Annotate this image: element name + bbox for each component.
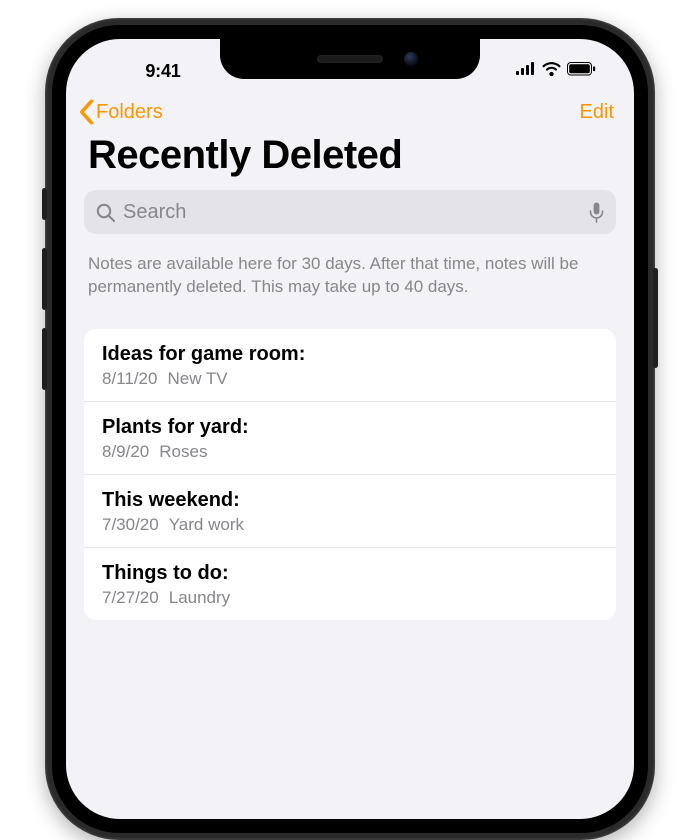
- status-time: 9:41: [145, 61, 180, 81]
- edit-button[interactable]: Edit: [580, 101, 614, 124]
- front-camera: [404, 52, 418, 66]
- chevron-left-icon: [76, 99, 96, 125]
- speaker-grille: [317, 55, 383, 63]
- note-row[interactable]: Ideas for game room: 8/11/20 New TV: [84, 329, 616, 402]
- note-title: Things to do:: [102, 562, 598, 585]
- note-preview: New TV: [167, 369, 227, 388]
- note-title: Ideas for game room:: [102, 343, 598, 366]
- note-meta: 7/30/20 Yard work: [102, 515, 598, 535]
- cellular-signal-icon: [516, 62, 536, 80]
- microphone-icon[interactable]: [589, 202, 604, 223]
- note-preview: Yard work: [169, 515, 244, 534]
- notes-list: Ideas for game room: 8/11/20 New TV Plant…: [84, 329, 616, 620]
- note-title: Plants for yard:: [102, 416, 598, 439]
- note-row[interactable]: This weekend: 7/30/20 Yard work: [84, 475, 616, 548]
- note-meta: 7/27/20 Laundry: [102, 588, 598, 608]
- info-text: Notes are available here for 30 days. Af…: [66, 234, 634, 329]
- note-meta: 8/9/20 Roses: [102, 442, 598, 462]
- note-title: This weekend:: [102, 489, 598, 512]
- note-row[interactable]: Things to do: 7/27/20 Laundry: [84, 548, 616, 620]
- device-notch: [220, 39, 480, 79]
- note-date: 7/30/20: [102, 515, 159, 534]
- note-date: 8/9/20: [102, 442, 149, 461]
- wifi-icon: [542, 62, 561, 81]
- note-preview: Laundry: [169, 588, 230, 607]
- volume-down-button: [42, 328, 47, 390]
- back-button[interactable]: Folders: [76, 99, 163, 125]
- search-placeholder: Search: [123, 201, 589, 224]
- navigation-bar: Folders Edit: [66, 89, 634, 133]
- volume-up-button: [42, 248, 47, 310]
- note-date: 8/11/20: [102, 369, 157, 388]
- note-meta: 8/11/20 New TV: [102, 369, 598, 389]
- battery-icon: [567, 62, 596, 81]
- note-preview: Roses: [159, 442, 207, 461]
- search-icon: [96, 203, 115, 222]
- power-button: [653, 268, 658, 368]
- search-input[interactable]: Search: [84, 190, 616, 234]
- page-title: Recently Deleted: [66, 133, 634, 190]
- back-label: Folders: [96, 101, 163, 124]
- silence-switch: [42, 188, 47, 220]
- note-date: 7/27/20: [102, 588, 159, 607]
- note-row[interactable]: Plants for yard: 8/9/20 Roses: [84, 402, 616, 475]
